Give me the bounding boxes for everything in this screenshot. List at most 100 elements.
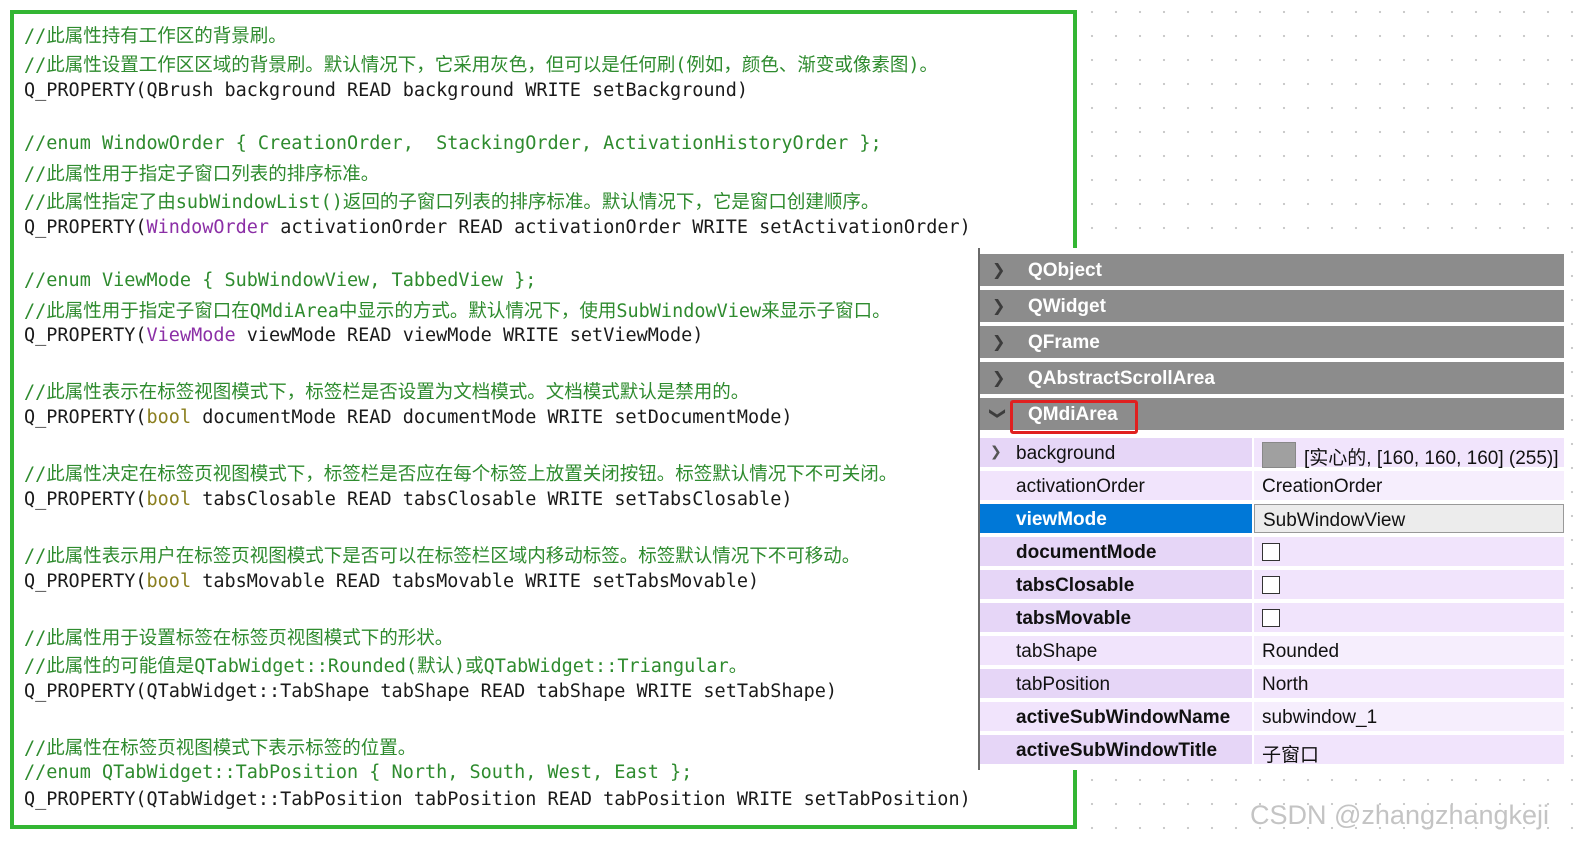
group-label: QObject [1028,260,1102,281]
property-name: documentMode [1016,542,1157,563]
chevron-down-icon[interactable]: ❯ [989,407,1008,420]
property-name-cell: activationOrder [980,471,1252,500]
property-name: tabShape [1016,641,1098,662]
group-row-qframe[interactable]: ❯ QFrame [980,326,1564,360]
property-value-cell[interactable] [1254,537,1564,566]
chevron-right-icon[interactable]: ❯ [992,296,1005,315]
property-name-cell: ❯ background [980,438,1252,467]
code-comment-line: //此属性持有工作区的背景刷。 [24,26,287,47]
code-text: viewMode READ viewMode WRITE setViewMode… [235,325,704,346]
property-name: activationOrder [1016,476,1145,497]
property-name: activeSubWindowName [1016,707,1231,728]
code-property-line: Q_PROPERTY(WindowOrder activationOrder R… [24,217,971,238]
property-row-tabposition[interactable]: tabPosition North [980,669,1564,700]
property-row-activationorder[interactable]: activationOrder CreationOrder [980,471,1564,502]
code-keyword-token: bool [146,571,192,592]
code-text: activationOrder READ activationOrder WRI… [269,217,971,238]
color-swatch[interactable] [1262,442,1296,468]
property-value-cell[interactable]: subwindow_1 [1254,702,1564,731]
property-row-activesubwindowname[interactable]: activeSubWindowName subwindow_1 [980,702,1564,733]
code-comment-line: //enum QTabWidget::TabPosition { North, … [24,762,693,783]
chevron-right-icon[interactable]: ❯ [992,332,1005,351]
code-comment-line: //此属性用于指定子窗口列表的排序标准。 [24,164,380,185]
group-row-qobject[interactable]: ❯ QObject [980,254,1564,288]
property-name-cell: tabsClosable [980,570,1252,599]
property-value: 子窗口 [1262,745,1320,766]
property-row-documentmode[interactable]: documentMode [980,537,1564,568]
property-name-cell: tabsMovable [980,603,1252,632]
group-label: QFrame [1028,332,1100,353]
code-comment-line: //此属性在标签页视图模式下表示标签的位置。 [24,738,417,759]
code-comment-line: //此属性用于指定子窗口在QMdiArea中显示的方式。默认情况下，使用SubW… [24,301,891,322]
code-comment-line: //此属性设置工作区区域的背景刷。默认情况下，它采用灰色，但可以是任何刷(例如，… [24,55,939,76]
code-property-line: Q_PROPERTY(QTabWidget::TabPosition tabPo… [24,789,971,810]
group-row-qmdiarea[interactable]: ❯ QMdiArea [980,398,1564,434]
property-value: subwindow_1 [1262,707,1378,728]
property-value: CreationOrder [1262,476,1383,497]
code-text: documentMode READ documentMode WRITE set… [191,407,793,428]
property-name-cell: activeSubWindowTitle [980,735,1252,764]
property-name: background [1016,443,1116,464]
property-value-combobox[interactable]: SubWindowView [1254,504,1564,533]
code-property-line: Q_PROPERTY(bool tabsMovable READ tabsMov… [24,571,759,592]
property-row-tabshape[interactable]: tabShape Rounded [980,636,1564,667]
code-text: Q_PROPERTY( [24,217,147,238]
property-row-tabsmovable[interactable]: tabsMovable [980,603,1564,634]
property-name: tabsMovable [1016,608,1132,629]
code-text: tabsClosable READ tabsClosable WRITE set… [191,489,793,510]
property-value-cell[interactable]: [实心的, [160, 160, 160] (255)] [1254,438,1564,469]
chevron-right-icon[interactable]: ❯ [992,260,1005,279]
code-property-line: Q_PROPERTY(QTabWidget::TabShape tabShape… [24,681,838,702]
code-keyword-token: bool [146,407,192,428]
code-type-token: ViewMode [146,325,236,346]
chevron-right-icon[interactable]: ❯ [990,444,1002,460]
property-value: SubWindowView [1263,510,1406,531]
code-comment-line: //enum WindowOrder { CreationOrder, Stac… [24,133,882,154]
property-value-cell[interactable]: 子窗口 [1254,735,1564,766]
property-row-viewmode[interactable]: viewMode SubWindowView [980,504,1564,535]
code-comment-line: //此属性表示在标签视图模式下，标签栏是否设置为文档模式。文档模式默认是禁用的。 [24,382,750,403]
code-text: Q_PROPERTY( [24,571,147,592]
property-value-cell[interactable]: Rounded [1254,636,1564,665]
group-row-qwidget[interactable]: ❯ QWidget [980,290,1564,324]
property-row-activesubwindowtitle[interactable]: activeSubWindowTitle 子窗口 [980,735,1564,766]
code-property-line: Q_PROPERTY(bool documentMode READ docume… [24,407,793,428]
code-text: tabsMovable READ tabsMovable WRITE setTa… [191,571,760,592]
property-value-cell[interactable]: CreationOrder [1254,471,1564,500]
code-property-line: Q_PROPERTY(ViewMode viewMode READ viewMo… [24,325,703,346]
code-text: Q_PROPERTY( [24,489,147,510]
chevron-right-icon[interactable]: ❯ [992,368,1005,387]
tabs-closable-checkbox[interactable] [1262,576,1280,594]
code-panel: //此属性持有工作区的背景刷。 //此属性设置工作区区域的背景刷。默认情况下，它… [10,10,1077,829]
code-comment-line: //enum ViewMode { SubWindowView, TabbedV… [24,270,537,291]
code-comment-line: //此属性表示用户在标签页视图模式下是否可以在标签栏区域内移动标签。标签默认情况… [24,546,861,567]
code-comment-line: //此属性的可能值是QTabWidget::Rounded(默认)或QTabWi… [24,656,748,677]
property-name: viewMode [1016,509,1107,530]
code-text: Q_PROPERTY( [24,407,147,428]
property-value-cell[interactable]: North [1254,669,1564,698]
property-name-cell: activeSubWindowName [980,702,1252,731]
group-label: QMdiArea [1028,404,1118,425]
property-value-cell[interactable] [1254,570,1564,599]
document-mode-checkbox[interactable] [1262,543,1280,561]
code-keyword-token: bool [146,489,192,510]
tabs-movable-checkbox[interactable] [1262,609,1280,627]
property-row-background[interactable]: ❯ background [实心的, [160, 160, 160] (255)… [980,438,1564,469]
watermark: CSDN @zhangzhangkeji [1250,800,1550,830]
group-row-qabstractscrollarea[interactable]: ❯ QAbstractScrollArea [980,362,1564,396]
code-comment-line: //此属性用于设置标签在标签页视图模式下的形状。 [24,628,454,649]
code-text: Q_PROPERTY( [24,325,147,346]
code-comment-line: //此属性决定在标签页视图模式下，标签栏是否应在每个标签上放置关闭按钮。标签默认… [24,464,898,485]
code-property-line: Q_PROPERTY(bool tabsClosable READ tabsCl… [24,489,793,510]
property-name: tabsClosable [1016,575,1135,596]
property-row-tabsclosable[interactable]: tabsClosable [980,570,1564,601]
property-value-cell[interactable] [1254,603,1564,632]
code-property-line: Q_PROPERTY(QBrush background READ backgr… [24,80,748,101]
property-editor: ❯ QObject ❯ QWidget ❯ QFrame ❯ QAbstract… [978,248,1564,770]
property-value: North [1262,674,1309,695]
property-name-cell: documentMode [980,537,1252,566]
code-comment-line: //此属性指定了由subWindowList()返回的子窗口列表的排序标准。默认… [24,192,880,213]
group-label: QWidget [1028,296,1106,317]
property-name: activeSubWindowTitle [1016,740,1218,761]
property-name-cell: tabPosition [980,669,1252,698]
